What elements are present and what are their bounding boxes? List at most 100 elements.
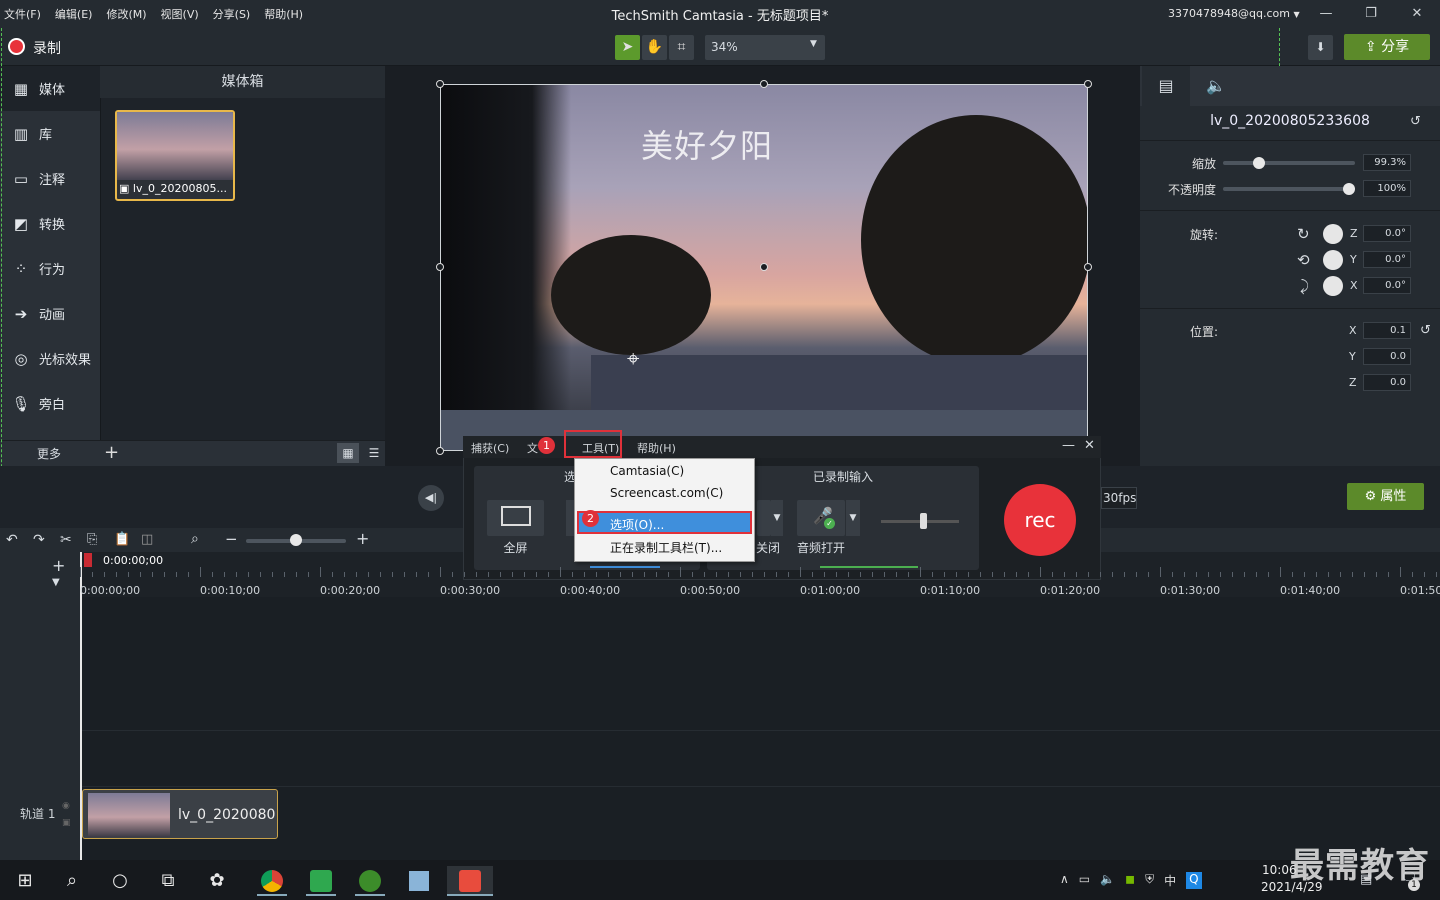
restore-icon[interactable]: ❐ — [1361, 4, 1381, 24]
opacity-slider-knob[interactable] — [1343, 183, 1355, 195]
fullscreen-button[interactable] — [487, 500, 544, 536]
step-back-icon[interactable]: ◀| — [418, 485, 444, 511]
audio-properties-tab[interactable]: 🔈 — [1192, 66, 1240, 106]
lock-icon[interactable]: ▣ — [62, 818, 71, 828]
scale-slider-knob[interactable] — [1252, 157, 1265, 169]
sidebar-item-media[interactable]: ▦ 媒体 — [0, 66, 100, 111]
rotation-z-dial[interactable] — [1323, 224, 1343, 244]
resize-handle[interactable] — [436, 80, 444, 88]
camera-toggle[interactable] — [757, 500, 771, 536]
audio-level-slider[interactable] — [881, 511, 959, 531]
chrome-icon[interactable] — [257, 866, 287, 896]
close-icon[interactable]: ✕ — [1084, 438, 1095, 453]
resize-handle[interactable] — [760, 80, 768, 88]
paste-icon[interactable]: 📋 — [114, 532, 130, 547]
rotate-handle[interactable] — [760, 263, 768, 271]
resize-handle[interactable] — [1084, 263, 1092, 271]
resize-handle[interactable] — [436, 447, 444, 455]
record-button[interactable]: 录制 — [33, 38, 61, 58]
task-view-icon[interactable]: ⧉ — [153, 866, 183, 896]
opacity-slider[interactable] — [1223, 187, 1355, 191]
notes-app-icon[interactable] — [404, 866, 434, 896]
reset-icon[interactable]: ↺ — [1410, 114, 1421, 129]
audio-toggle[interactable]: 🎤 ✓ — [797, 500, 845, 536]
scale-slider[interactable] — [1223, 161, 1355, 165]
timeline-clip[interactable]: lv_0_2020080 — [82, 789, 278, 839]
chevron-down-icon[interactable]: ▼ — [771, 500, 783, 536]
recorder-menu-help[interactable]: 帮助(H) — [637, 440, 676, 456]
add-icon[interactable]: + — [104, 442, 119, 463]
chevron-down-icon[interactable]: ▼ — [52, 577, 60, 588]
zoom-in-icon[interactable]: + — [356, 529, 369, 548]
zoom-out-icon[interactable]: − — [225, 530, 238, 548]
sidebar-item-annotations[interactable]: ▭ 注释 — [0, 156, 100, 201]
sidebar-item-library[interactable]: ▥ 库 — [0, 111, 100, 156]
volume-icon[interactable]: 🔈 — [1100, 872, 1115, 889]
camtasia-editor-icon[interactable] — [447, 866, 493, 896]
qq-icon[interactable]: Q — [1186, 872, 1202, 889]
share-button[interactable]: ⇪ 分享 — [1344, 34, 1430, 60]
list-view-icon[interactable]: ☰ — [363, 443, 385, 463]
chevron-up-icon[interactable]: ∧ — [1060, 872, 1069, 889]
windows-start-icon[interactable]: ⊞ — [10, 866, 40, 896]
pan-tool-icon[interactable]: ✋ — [642, 35, 667, 60]
network-icon[interactable]: ▭ — [1079, 872, 1090, 889]
position-z-value[interactable]: 0.0 — [1363, 374, 1411, 391]
media-thumbnail[interactable]: ▣ lv_0_20200805... — [115, 110, 235, 201]
security-icon[interactable]: ⛨ — [1145, 872, 1154, 889]
copy-icon[interactable]: ⎘ — [87, 532, 97, 547]
recorder-menu-effects[interactable]: 文 — [527, 440, 538, 456]
rotation-z-value[interactable]: 0.0° — [1363, 225, 1411, 242]
task-list-icon[interactable]: ▤ — [1360, 872, 1372, 887]
scale-value[interactable]: 99.3% — [1363, 154, 1411, 171]
add-track-icon[interactable]: + — [52, 556, 65, 575]
grid-view-icon[interactable]: ▦ — [337, 443, 359, 463]
recorder-menu-capture[interactable]: 捕获(C) — [471, 440, 509, 456]
sidebar-item-animations[interactable]: ➔ 动画 — [0, 291, 100, 336]
position-x-value[interactable]: 0.1 — [1363, 322, 1411, 339]
zoom-select[interactable]: 34% — [705, 35, 825, 60]
rotation-x-value[interactable]: 0.0° — [1363, 277, 1411, 294]
search-icon[interactable]: ⌕ — [191, 531, 199, 547]
app-icon[interactable]: ✿ — [202, 866, 232, 896]
visual-properties-tab[interactable]: ▤ — [1142, 66, 1190, 106]
chevron-down-icon[interactable]: ▼ — [846, 500, 860, 536]
cortana-icon[interactable]: ○ — [105, 866, 135, 896]
rec-button[interactable]: rec — [1004, 484, 1076, 556]
rotation-y-dial[interactable] — [1323, 250, 1343, 270]
timeline-zoom-knob[interactable] — [290, 534, 302, 546]
position-y-value[interactable]: 0.0 — [1363, 348, 1411, 365]
eye-icon[interactable]: ◉ — [62, 801, 70, 811]
account-menu[interactable]: 3370478948@qq.com ▼ — [1168, 7, 1300, 20]
opacity-value[interactable]: 100% — [1363, 180, 1411, 197]
download-icon[interactable]: ⬇ — [1308, 35, 1333, 60]
select-tool-icon[interactable]: ➤ — [615, 35, 640, 60]
undo-icon[interactable]: ↶ — [6, 532, 18, 548]
camtasia-recorder-icon[interactable] — [306, 866, 336, 896]
resize-handle[interactable] — [1084, 80, 1092, 88]
split-icon[interactable]: ◫ — [141, 532, 153, 547]
rotation-y-value[interactable]: 0.0° — [1363, 251, 1411, 268]
sidebar-item-transitions[interactable]: ◩ 转换 — [0, 201, 100, 246]
minimize-icon[interactable]: — — [1316, 4, 1336, 24]
menu-item-options[interactable]: 选项(O)... — [610, 516, 664, 533]
crop-tool-icon[interactable]: ⌗ — [669, 35, 694, 60]
menu-item-camtasia[interactable]: Camtasia(C) — [610, 464, 684, 478]
resize-handle[interactable] — [436, 263, 444, 271]
sidebar-item-cursor-effects[interactable]: ◎ 光标效果 — [0, 336, 100, 381]
more-button[interactable]: 更多 — [37, 445, 61, 462]
rotation-x-dial[interactable] — [1323, 276, 1343, 296]
sidebar-item-voice-narration[interactable]: 🎙 旁白 — [0, 381, 100, 426]
record-icon[interactable] — [8, 38, 25, 55]
menu-item-recording-toolbar[interactable]: 正在录制工具栏(T)... — [610, 539, 722, 556]
cut-icon[interactable]: ✂ — [60, 532, 72, 548]
redo-icon[interactable]: ↷ — [33, 532, 45, 548]
nvidia-icon[interactable]: ◼ — [1125, 872, 1135, 889]
move-crosshair-icon[interactable]: ⌖ — [627, 347, 639, 372]
close-icon[interactable]: ✕ — [1407, 4, 1427, 24]
slider-knob[interactable] — [920, 513, 927, 529]
ime-indicator[interactable]: 中 — [1164, 872, 1176, 889]
menu-item-screencast[interactable]: Screencast.com(C) — [610, 486, 723, 500]
minimize-icon[interactable]: — — [1062, 438, 1075, 453]
search-icon[interactable]: ⌕ — [57, 866, 87, 896]
